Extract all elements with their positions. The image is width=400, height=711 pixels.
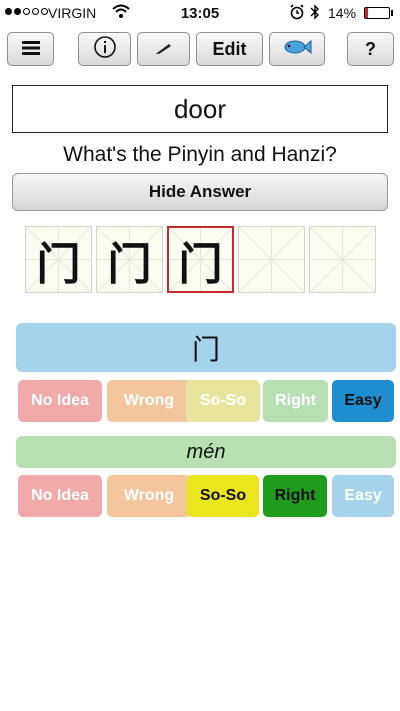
help-label: ?	[365, 38, 376, 59]
hide-answer-button[interactable]: Hide Answer	[12, 173, 388, 211]
hanzi-rate-no-idea-button[interactable]: No Idea	[18, 380, 102, 422]
cell-grid-lines	[239, 227, 304, 292]
battery-percentage: 14%	[328, 5, 357, 21]
status-bar: VIRGIN 13:05 14%	[0, 0, 400, 26]
writing-cell[interactable]: 门	[96, 226, 163, 293]
info-button[interactable]	[78, 32, 131, 66]
writing-cell[interactable]	[309, 226, 376, 293]
cell-grid-lines	[310, 227, 375, 292]
rate-label: So-So	[199, 392, 247, 409]
hamburger-menu-icon	[21, 39, 40, 60]
writing-cell[interactable]	[238, 226, 305, 293]
word-display: door	[12, 85, 388, 133]
handwritten-glyph: 门	[107, 238, 152, 290]
info-icon	[93, 35, 117, 64]
rate-label: No Idea	[31, 392, 89, 409]
question-text: What's the Pinyin and Hanzi?	[63, 143, 337, 166]
edit-button[interactable]: Edit	[196, 32, 263, 66]
hanzi-answer-bar: 门	[16, 323, 396, 372]
alarm-icon	[290, 4, 304, 23]
pen-button[interactable]	[137, 32, 190, 66]
hanzi-rate-so-so-button[interactable]: So-So	[186, 380, 260, 422]
rate-label: Wrong	[123, 487, 175, 504]
handwritten-glyph: 门	[36, 238, 81, 290]
rate-label: No Idea	[31, 487, 89, 504]
pinyin-rate-easy-button[interactable]: Easy	[332, 475, 394, 517]
pinyin-answer: mén	[186, 440, 226, 463]
rate-label: Easy	[344, 487, 382, 504]
hanzi-rate-easy-button[interactable]: Easy	[332, 380, 394, 422]
menu-button[interactable]	[7, 32, 54, 66]
battery-icon	[364, 7, 390, 19]
pinyin-rate-no-idea-button[interactable]: No Idea	[18, 475, 102, 517]
rate-label: Right	[275, 392, 316, 409]
hide-answer-label: Hide Answer	[148, 182, 252, 201]
word-text: door	[173, 93, 227, 124]
rate-label: Easy	[344, 392, 382, 409]
writing-cell[interactable]: 门	[25, 226, 92, 293]
hanzi-rate-wrong-button[interactable]: Wrong	[107, 380, 191, 422]
pinyin-rate-so-so-button[interactable]: So-So	[187, 475, 259, 517]
help-button[interactable]: ?	[347, 32, 394, 66]
hanzi-answer: 门	[191, 333, 220, 365]
edit-label: Edit	[212, 38, 247, 59]
handwritten-glyph: 门	[178, 238, 223, 290]
pinyin-rate-wrong-button[interactable]: Wrong	[107, 475, 191, 517]
pinyin-answer-bar: mén	[16, 436, 396, 468]
pen-icon	[155, 39, 173, 60]
pinyin-rate-right-button[interactable]: Right	[263, 475, 327, 517]
hanzi-rate-right-button[interactable]: Right	[263, 380, 328, 422]
writing-cell-selected[interactable]: 门	[167, 226, 234, 293]
bluetooth-icon	[310, 4, 320, 23]
fish-icon	[282, 38, 312, 61]
rate-label: Wrong	[123, 392, 175, 409]
rate-label: Right	[274, 487, 316, 504]
rate-label: So-So	[199, 487, 247, 504]
fish-button[interactable]	[269, 32, 325, 66]
